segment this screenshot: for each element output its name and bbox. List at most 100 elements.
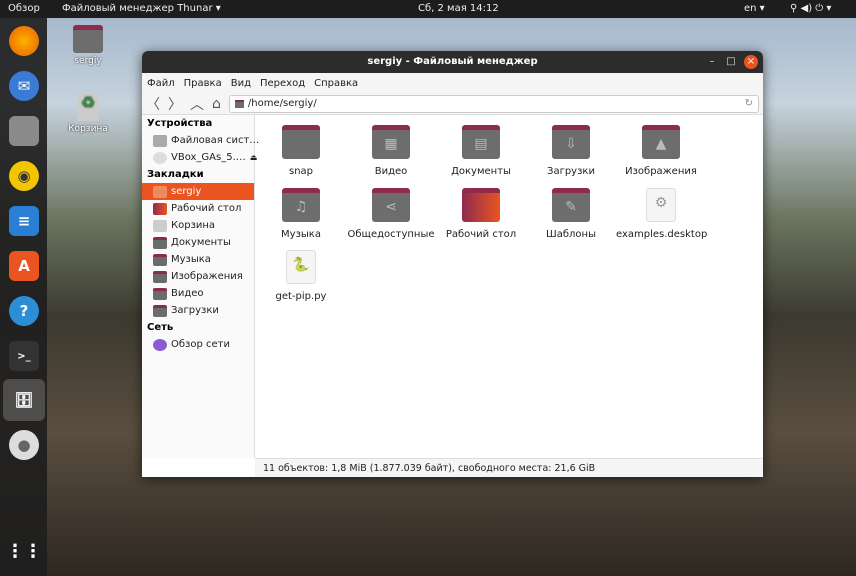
file-item-videos[interactable]: ▦ Видео	[346, 125, 436, 177]
folder-icon	[153, 287, 167, 300]
rhythmbox-icon[interactable]: ◉	[9, 161, 39, 191]
sidebar-item-desktop[interactable]: Рабочий стол	[142, 200, 254, 217]
firefox-icon[interactable]	[9, 26, 39, 56]
address-bar[interactable]: /home/sergiy/ ↻	[228, 94, 759, 113]
status-bar: 11 объектов: 1,8 MiB (1.877.039 байт), с…	[255, 458, 763, 477]
folder-icon	[153, 304, 167, 317]
devices-header: Устройства	[147, 118, 213, 129]
sidebar-item-trash[interactable]: Корзина	[142, 217, 254, 234]
toolbar: 〈 〉 ︿ ⌂ /home/sergiy/ ↻	[142, 93, 763, 115]
writer-icon[interactable]: ≡	[9, 206, 39, 236]
sidebar: Устройства Файловая сист… VBox_GAs_5.… ⏏ …	[142, 115, 259, 458]
terminal-icon[interactable]: >_	[9, 341, 39, 371]
file-item-music[interactable]: ♫ Музыка	[256, 188, 346, 240]
bookmarks-header: Закладки	[147, 169, 204, 180]
dock: ✉ ◉ ≡ A ? >_ 🗄 ● ⋮⋮	[0, 18, 47, 576]
menu-edit[interactable]: Правка	[184, 78, 222, 89]
app-menu[interactable]: Файловый менеджер Thunar ▾	[62, 3, 221, 14]
sidebar-label: Изображения	[171, 271, 243, 282]
file-item-snap[interactable]: snap	[256, 125, 346, 177]
activities-button[interactable]: Обзор	[8, 3, 40, 14]
desktop-home[interactable]: sergiy	[63, 25, 113, 66]
show-apps-icon[interactable]: ⋮⋮	[6, 536, 42, 566]
sidebar-label: Файловая сист…	[171, 135, 260, 146]
documents-folder-icon: ▤	[462, 125, 500, 159]
file-item-templates[interactable]: ✎ Шаблоны	[526, 188, 616, 240]
file-item-documents[interactable]: ▤ Документы	[436, 125, 526, 177]
menu-help[interactable]: Справка	[314, 78, 358, 89]
folder-icon	[234, 99, 244, 108]
file-item-examples[interactable]: ⚙ examples.desktop	[616, 188, 708, 240]
share-folder-icon: ⋖	[372, 188, 410, 222]
files-icon[interactable]	[9, 116, 39, 146]
sidebar-label: sergiy	[171, 186, 202, 197]
menu-bar: Файл Правка Вид Переход Справка	[142, 73, 763, 93]
system-menu[interactable]: ⚲ ◀) ⏻ ▾	[790, 3, 831, 14]
file-label: examples.desktop	[616, 229, 708, 240]
menu-go[interactable]: Переход	[260, 78, 305, 89]
dvd-icon[interactable]: ●	[9, 430, 39, 460]
file-item-downloads[interactable]: ⇩ Загрузки	[526, 125, 616, 177]
thunar-window: sergiy - Файловый менеджер – □ × Файл Пр…	[142, 51, 763, 477]
video-folder-icon: ▦	[372, 125, 410, 159]
sidebar-item-filesystem[interactable]: Файловая сист…	[142, 132, 259, 149]
sidebar-item-downloads[interactable]: Загрузки	[142, 302, 254, 319]
file-label: Шаблоны	[546, 229, 596, 240]
sidebar-label: Видео	[171, 288, 204, 299]
sidebar-item-sergiy[interactable]: sergiy	[142, 183, 254, 200]
sidebar-item-documents[interactable]: Документы	[142, 234, 254, 251]
sidebar-label: Рабочий стол	[171, 203, 242, 214]
file-item-desktop[interactable]: Рабочий стол	[436, 188, 526, 240]
folder-icon	[153, 253, 167, 266]
close-button[interactable]: ×	[744, 55, 758, 69]
disc-icon	[153, 151, 167, 164]
sidebar-item-network[interactable]: Обзор сети	[142, 336, 254, 353]
sidebar-item-pictures[interactable]: Изображения	[142, 268, 254, 285]
file-label: Загрузки	[547, 166, 595, 177]
folder-icon	[282, 125, 320, 159]
file-item-pictures[interactable]: ▲ Изображения	[616, 125, 706, 177]
back-icon[interactable]: 〈	[146, 94, 160, 114]
file-item-get-pip[interactable]: 🐍 get-pip.py	[256, 250, 346, 302]
network-header: Сеть	[147, 322, 174, 333]
language-menu[interactable]: en ▾	[744, 3, 765, 14]
up-icon[interactable]: ︿	[190, 94, 204, 114]
file-label: Рабочий стол	[445, 229, 517, 240]
sidebar-item-vbox[interactable]: VBox_GAs_5.… ⏏	[142, 149, 257, 166]
desktop-trash-label: Корзина	[68, 124, 108, 134]
menu-view[interactable]: Вид	[231, 78, 251, 89]
music-folder-icon: ♫	[282, 188, 320, 222]
templates-folder-icon: ✎	[552, 188, 590, 222]
desktop-home-label: sergiy	[74, 56, 102, 66]
title-bar[interactable]: sergiy - Файловый менеджер – □ ×	[142, 51, 763, 73]
minimize-button[interactable]: –	[705, 55, 719, 69]
folder-icon	[153, 236, 167, 249]
forward-icon[interactable]: 〉	[168, 94, 182, 114]
thunderbird-icon[interactable]: ✉	[9, 71, 39, 101]
file-label: Музыка	[281, 229, 321, 240]
home-icon[interactable]: ⌂	[212, 96, 221, 112]
software-icon[interactable]: A	[9, 251, 39, 281]
help-icon[interactable]: ?	[9, 296, 39, 326]
maximize-button[interactable]: □	[724, 55, 738, 69]
thunar-icon[interactable]: 🗄	[3, 379, 45, 421]
sidebar-label: Документы	[171, 237, 231, 248]
sidebar-item-videos[interactable]: Видео	[142, 285, 254, 302]
clock[interactable]: Сб, 2 мая 14:12	[418, 3, 499, 14]
desktop-trash[interactable]: ♻ Корзина	[63, 93, 113, 134]
file-label: Видео	[374, 166, 408, 177]
file-label: Общедоступные	[347, 229, 435, 240]
settings-file-icon: ⚙	[646, 188, 676, 222]
downloads-folder-icon: ⇩	[552, 125, 590, 159]
home-icon	[153, 185, 167, 198]
drive-icon	[153, 134, 167, 147]
file-label: get-pip.py	[275, 291, 327, 302]
reload-icon[interactable]: ↻	[745, 98, 753, 109]
desktop-folder-icon	[462, 188, 500, 222]
menu-file[interactable]: Файл	[147, 78, 175, 89]
sidebar-label: VBox_GAs_5.…	[171, 152, 246, 163]
sidebar-label: Музыка	[171, 254, 211, 265]
sidebar-item-music[interactable]: Музыка	[142, 251, 254, 268]
file-item-public[interactable]: ⋖ Общедоступные	[346, 188, 436, 240]
file-label: snap	[288, 166, 314, 177]
